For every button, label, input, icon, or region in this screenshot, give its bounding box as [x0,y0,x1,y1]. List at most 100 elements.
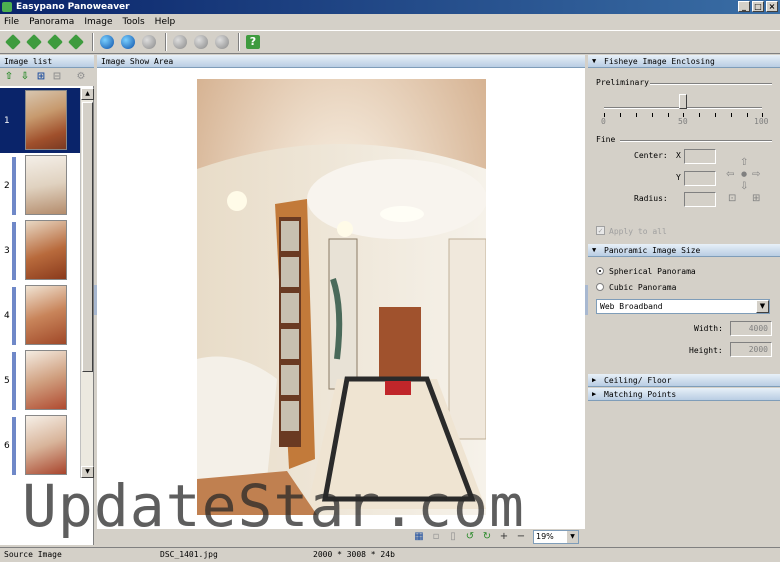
save-project-button[interactable] [46,33,64,51]
spherical-radio[interactable] [596,267,604,275]
thumbnail-number: 1 [4,116,10,126]
scrollbar-thumb[interactable] [82,102,93,372]
size-preset-select[interactable]: Web Broadband ▼ [596,299,770,314]
stitch-button[interactable] [98,33,116,51]
slider-tick [652,113,653,117]
hand-tool-button[interactable] [140,33,158,51]
shrink-icon[interactable]: ⊡ [728,193,736,204]
menu-panorama[interactable]: Panorama [29,17,74,27]
thumbnail-image [25,415,67,475]
y-label: Y [676,173,681,182]
image-list-toolbar: ⇧ ⇩ ⊞ ⊟ ⚙ [0,68,94,86]
matching-points-header[interactable]: ▶ Matching Points [588,388,780,401]
chevron-down-icon[interactable]: ▼ [756,300,769,313]
apply-to-all-checkbox[interactable]: ✓ [596,226,605,235]
preview-icon [173,35,187,49]
open-project-icon [26,34,42,50]
arrow-left-icon[interactable]: ⇦ [726,169,734,180]
center-y-input[interactable] [684,171,716,186]
radius-label: Radius: [634,194,668,203]
expand-icon[interactable]: ⊞ [752,193,760,204]
help-button[interactable]: ? [244,33,262,51]
save-project-icon [47,34,63,50]
menu-help[interactable]: Help [155,17,176,27]
slider-tick [636,113,637,117]
thumbnail-item[interactable]: 2 [0,153,80,218]
maximize-button[interactable]: □ [752,1,764,12]
watermark-text: UpdateStar.com [22,472,525,540]
thumbnail-image [22,88,70,153]
chevron-right-icon: ▶ [592,376,597,384]
menu-tools[interactable]: Tools [123,17,145,27]
height-label: Height: [689,346,723,355]
preliminary-label: Preliminary [596,78,649,87]
menu-file[interactable]: File [4,17,19,27]
thumbnail-item[interactable]: 4 [0,283,80,348]
fisheye-photo[interactable] [197,79,486,515]
ceiling-floor-header[interactable]: ▶ Ceiling/ Floor [588,374,780,387]
thumbnail-item[interactable]: 6 [0,413,80,478]
thumbnail-marker [12,157,16,215]
thumbnail-item[interactable]: 3 [0,218,80,283]
spherical-label: Spherical Panorama [609,267,696,276]
move-down-icon[interactable]: ⇩ [19,71,31,83]
radius-input[interactable] [684,192,716,207]
menu-image[interactable]: Image [84,17,112,27]
thumbnail-number: 3 [4,246,10,256]
properties-panel: ▼ Fisheye Image Enclosing Preliminary 0 … [588,55,780,545]
stitch-all-button[interactable] [119,33,137,51]
matching-points-label: Matching Points [604,390,677,399]
fisheye-header[interactable]: ▼ Fisheye Image Enclosing [588,55,780,68]
thumbnail-marker [12,352,16,410]
height-input[interactable]: 2000 [730,342,772,357]
remove-image-icon[interactable]: ⊟ [51,71,63,83]
publish-button[interactable] [192,33,210,51]
minimize-button[interactable]: _ [738,1,750,12]
thumbnail-number: 6 [4,441,10,451]
image-show-area[interactable] [97,68,585,529]
menu-bar: File Panorama Image Tools Help [0,14,780,30]
hand-icon [142,35,156,49]
status-filename: DSC_1401.jpg [160,550,218,559]
status-dimensions: 2000 * 3008 * 24b [313,550,395,559]
settings-icon[interactable]: ⚙ [75,71,87,83]
slider-min-label: 0 [601,117,606,126]
close-button[interactable]: × [766,1,778,12]
center-dot-icon[interactable]: ● [741,170,747,178]
preview-button[interactable] [171,33,189,51]
pano-size-header[interactable]: ▼ Panoramic Image Size [588,244,780,257]
title-bar: Easypano Panoweaver _ □ × [0,0,780,14]
add-image-icon[interactable]: ⊞ [35,71,47,83]
thumbnail-scrollbar[interactable]: ▲ ▼ [80,88,94,478]
slider-tick [747,113,748,117]
width-input[interactable]: 4000 [730,321,772,336]
open-project-button[interactable] [25,33,43,51]
thumbnail-item[interactable]: 5 [0,348,80,413]
globe-icon [100,35,114,49]
zoom-select[interactable]: 19% ▼ [533,530,579,544]
chevron-right-icon: ▶ [592,390,597,398]
center-x-input[interactable] [684,149,716,164]
save-as-button[interactable] [67,33,85,51]
thumbnail-item[interactable]: 1 [0,88,80,153]
x-label: X [676,151,681,160]
zoom-value: 19% [536,532,554,541]
image-list-header: Image list [0,55,94,68]
slider-tick [620,113,621,117]
arrow-up-icon[interactable]: ⇧ [740,157,748,168]
new-project-button[interactable] [4,33,22,51]
thumbnail-image [25,285,67,345]
arrow-down-icon[interactable]: ⇩ [740,181,748,192]
preliminary-slider-handle[interactable] [679,94,687,109]
thumbnail-image [25,155,67,215]
fine-label: Fine [596,135,616,144]
export-button[interactable] [213,33,231,51]
cubic-radio[interactable] [596,283,604,291]
scroll-up-icon[interactable]: ▲ [81,88,94,100]
thumbnail-image [25,350,67,410]
slider-tick [715,113,716,117]
export-icon [215,35,229,49]
chevron-down-icon[interactable]: ▼ [567,531,578,543]
arrow-right-icon[interactable]: ⇨ [752,169,760,180]
move-up-icon[interactable]: ⇧ [3,71,15,83]
